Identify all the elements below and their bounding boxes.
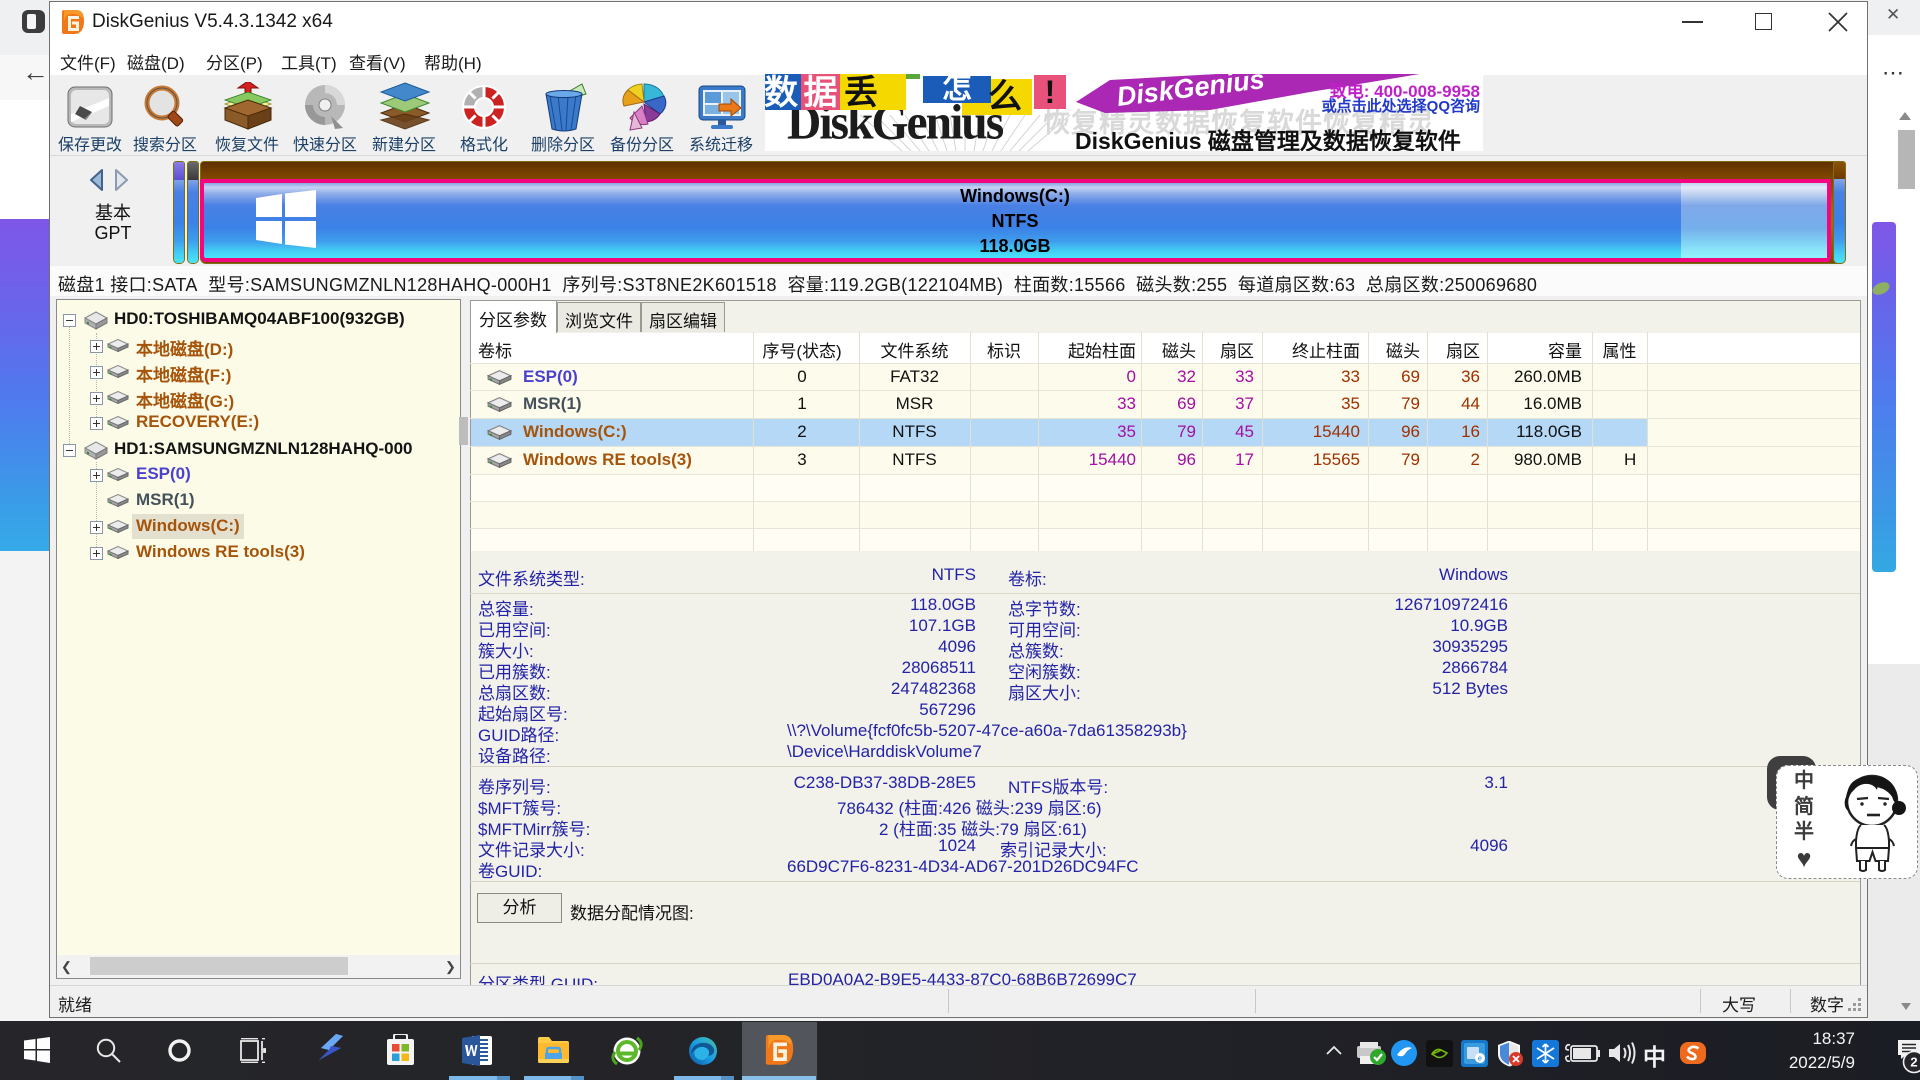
svg-text:e: e — [1478, 1056, 1482, 1063]
svg-text:2: 2 — [1910, 1055, 1917, 1070]
